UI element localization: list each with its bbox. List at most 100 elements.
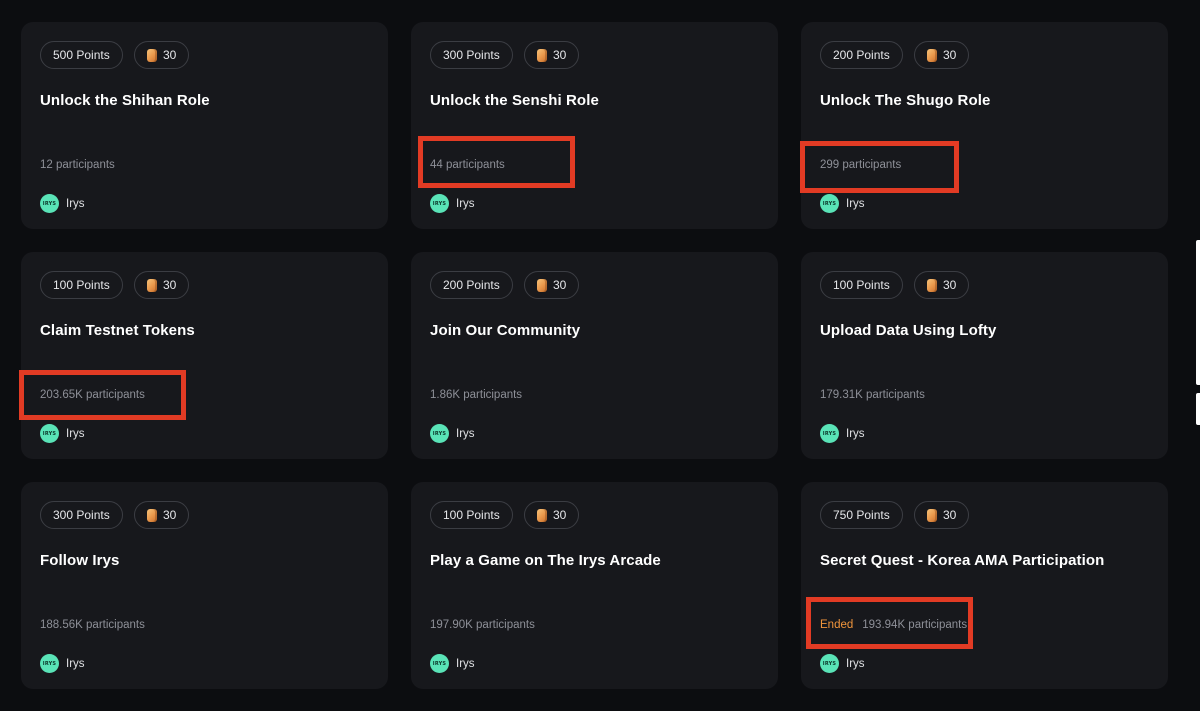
quest-card-unlock-the-shugo-role[interactable]: 200 Points 30 Unlock The Shugo Role 299 par…: [801, 22, 1168, 229]
points-badge: 200 Points: [820, 41, 903, 69]
reward-token-icon: [537, 508, 547, 522]
points-label: 300 Points: [443, 48, 500, 62]
reward-badge: 30: [524, 271, 580, 299]
quest-title: Unlock The Shugo Role: [820, 92, 991, 109]
points-label: 300 Points: [53, 508, 110, 522]
reward-amount: 30: [943, 508, 957, 522]
reward-token-icon: [147, 508, 157, 522]
quest-title: Claim Testnet Tokens: [40, 322, 195, 339]
points-badge: 500 Points: [40, 41, 123, 69]
participants-count: 188.56K participants: [40, 619, 145, 631]
quest-card-follow-irys[interactable]: 300 Points 30 Follow Irys 188.56K participa…: [21, 482, 388, 689]
reward-amount: 30: [163, 48, 177, 62]
quest-organizer[interactable]: IRYS Irys: [820, 424, 865, 443]
quest-meta: 44 participants: [430, 159, 505, 171]
points-label: 100 Points: [443, 508, 500, 522]
reward-amount: 30: [553, 278, 567, 292]
organizer-name: Irys: [846, 197, 865, 210]
irys-logo-icon: IRYS: [430, 654, 449, 673]
quest-organizer[interactable]: IRYS Irys: [820, 654, 865, 673]
quest-organizer[interactable]: IRYS Irys: [40, 424, 85, 443]
quest-meta: 197.90K participants: [430, 619, 535, 631]
reward-amount: 30: [553, 508, 567, 522]
quest-organizer[interactable]: IRYS Irys: [430, 424, 475, 443]
quest-title: Secret Quest - Korea AMA Participation: [820, 552, 1105, 569]
reward-badge: 30: [134, 41, 190, 69]
quest-meta: Ended 193.94K participants: [820, 619, 967, 631]
irys-logo-icon: IRYS: [430, 424, 449, 443]
quest-organizer[interactable]: IRYS Irys: [40, 194, 85, 213]
quest-card-play-a-game-on-the-irys-arcade[interactable]: 100 Points 30 Play a Game on The Irys Arca…: [411, 482, 778, 689]
irys-logo-icon: IRYS: [40, 194, 59, 213]
irys-logo-icon: IRYS: [820, 424, 839, 443]
participants-count: 193.94K participants: [862, 619, 968, 631]
reward-badge: 30: [914, 271, 970, 299]
participants-count: 203.65K participants: [40, 389, 145, 401]
points-badge: 100 Points: [820, 271, 903, 299]
participants-count: 44 participants: [430, 159, 505, 171]
quest-title: Join Our Community: [430, 322, 581, 339]
quest-card-claim-testnet-tokens[interactable]: 100 Points 30 Claim Testnet Tokens 203.65K …: [21, 252, 388, 459]
reward-amount: 30: [943, 48, 957, 62]
quest-title: Unlock the Shihan Role: [40, 92, 210, 109]
quest-organizer[interactable]: IRYS Irys: [430, 194, 475, 213]
reward-amount: 30: [553, 48, 567, 62]
status-badge: Ended: [820, 619, 854, 631]
reward-badge: 30: [524, 41, 580, 69]
quest-meta: 1.86K participants: [430, 389, 522, 401]
organizer-name: Irys: [66, 657, 85, 670]
participants-count: 179.31K participants: [820, 389, 925, 401]
quest-card-secret-quest-korea-ama-participation[interactable]: 750 Points 30 Secret Quest - Korea AMA Par…: [801, 482, 1168, 689]
reward-token-icon: [147, 48, 157, 62]
organizer-name: Irys: [456, 657, 475, 670]
quest-card-unlock-the-shihan-role[interactable]: 500 Points 30 Unlock the Shihan Role 12 par…: [21, 22, 388, 229]
irys-logo-icon: IRYS: [40, 654, 59, 673]
quest-title: Unlock the Senshi Role: [430, 92, 599, 109]
reward-token-icon: [537, 278, 547, 292]
quest-meta: 188.56K participants: [40, 619, 145, 631]
participants-count: 12 participants: [40, 159, 115, 171]
reward-token-icon: [927, 278, 937, 292]
reward-amount: 30: [163, 508, 177, 522]
points-label: 100 Points: [53, 278, 110, 292]
points-badge: 300 Points: [40, 501, 123, 529]
points-badge: 100 Points: [430, 501, 513, 529]
scrollbar-handle-lower[interactable]: [1196, 393, 1200, 425]
points-label: 200 Points: [443, 278, 500, 292]
quest-meta: 12 participants: [40, 159, 115, 171]
quest-card-join-our-community[interactable]: 200 Points 30 Join Our Community 1.86K part…: [411, 252, 778, 459]
reward-token-icon: [147, 278, 157, 292]
quest-meta: 299 participants: [820, 159, 901, 171]
points-badge: 750 Points: [820, 501, 903, 529]
quest-meta: 179.31K participants: [820, 389, 925, 401]
participants-count: 299 participants: [820, 159, 902, 171]
reward-amount: 30: [943, 278, 957, 292]
reward-badge: 30: [524, 501, 580, 529]
reward-badge: 30: [134, 271, 190, 299]
quest-card-upload-data-using-lofty[interactable]: 100 Points 30 Upload Data Using Lofty 179.3…: [801, 252, 1168, 459]
organizer-name: Irys: [66, 427, 85, 440]
organizer-name: Irys: [846, 427, 865, 440]
scrollbar-handle[interactable]: [1196, 240, 1200, 385]
points-label: 750 Points: [833, 508, 890, 522]
irys-logo-icon: IRYS: [820, 194, 839, 213]
quest-card-unlock-the-senshi-role[interactable]: 300 Points 30 Unlock the Senshi Role 44 par…: [411, 22, 778, 229]
reward-badge: 30: [914, 41, 970, 69]
quest-title: Upload Data Using Lofty: [820, 322, 997, 339]
points-badge: 300 Points: [430, 41, 513, 69]
quest-organizer[interactable]: IRYS Irys: [40, 654, 85, 673]
points-badge: 100 Points: [40, 271, 123, 299]
reward-badge: 30: [914, 501, 970, 529]
participants-count: 197.90K participants: [430, 619, 535, 631]
quest-organizer[interactable]: IRYS Irys: [820, 194, 865, 213]
irys-logo-icon: IRYS: [820, 654, 839, 673]
quest-title: Play a Game on The Irys Arcade: [430, 552, 661, 569]
irys-logo-icon: IRYS: [40, 424, 59, 443]
reward-token-icon: [927, 508, 937, 522]
quest-meta: 203.65K participants: [40, 389, 145, 401]
points-label: 100 Points: [833, 278, 890, 292]
organizer-name: Irys: [456, 427, 475, 440]
quest-organizer[interactable]: IRYS Irys: [430, 654, 475, 673]
points-label: 500 Points: [53, 48, 110, 62]
reward-token-icon: [927, 48, 937, 62]
